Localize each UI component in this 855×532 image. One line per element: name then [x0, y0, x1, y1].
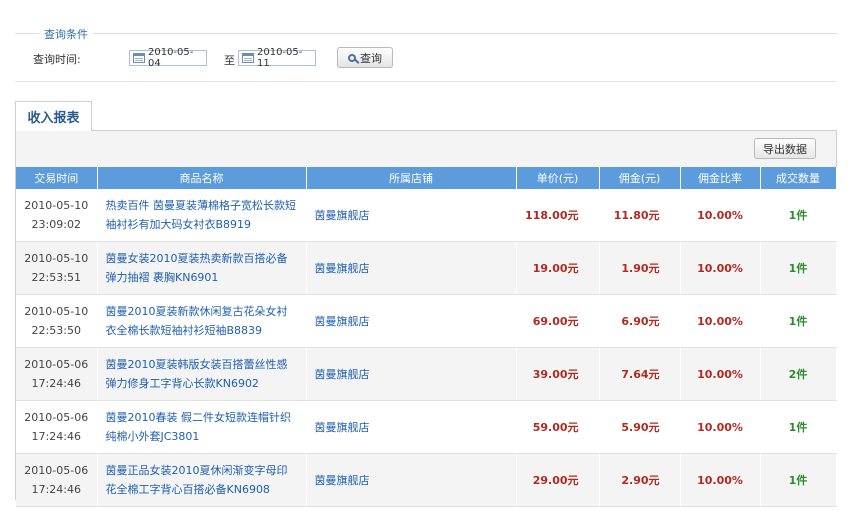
shop-link[interactable]: 茵曼旗舰店: [306, 400, 517, 454]
quantity: 1件: [760, 400, 837, 454]
trade-time-cell: 2010-05-10 22:53:51: [16, 241, 98, 295]
trade-time-cell: 2010-05-10 23:09:02: [16, 189, 98, 242]
calendar-icon: [242, 53, 254, 63]
header-commission-rate[interactable]: 佣金比率: [680, 167, 761, 189]
commission-rate: 10.00%: [680, 294, 761, 348]
trade-clock: 17:24:46: [31, 483, 81, 496]
shop-link[interactable]: 茵曼旗舰店: [306, 453, 517, 507]
start-date-field[interactable]: 2010-05-04: [129, 47, 207, 69]
search-button[interactable]: 查询: [337, 47, 393, 68]
trade-time-cell: 2010-05-06 17:24:46: [16, 400, 98, 454]
table-row: 2010-05-06 17:24:46 茵曼2010春装 假二件女短款连帽针织纯棉…: [16, 400, 837, 454]
trade-date: 2010-05-06: [24, 464, 89, 477]
unit-price: 118.00元: [516, 189, 600, 242]
product-name-link[interactable]: 茵曼2010夏装韩版女装百搭蕾丝性感弹力修身工字背心长款KN6902: [97, 347, 307, 401]
header-shop[interactable]: 所属店铺: [306, 167, 517, 189]
start-date-value: 2010-05-04: [147, 47, 194, 69]
commission: 5.90元: [599, 400, 681, 454]
income-report-panel: 导出数据 交易时间 商品名称 所属店铺 单价(元) 佣金(元) 佣金比率 成交数…: [15, 130, 837, 507]
product-name-link[interactable]: 茵曼2010春装 假二件女短款连帽针织纯棉小外套JC3801: [97, 400, 307, 454]
trade-clock: 22:53:51: [31, 271, 81, 284]
income-table: 交易时间 商品名称 所属店铺 单价(元) 佣金(元) 佣金比率 成交数量 201…: [16, 167, 837, 507]
table-header-row: 交易时间 商品名称 所属店铺 单价(元) 佣金(元) 佣金比率 成交数量: [16, 167, 837, 189]
export-data-button[interactable]: 导出数据: [754, 138, 816, 159]
trade-clock: 23:09:02: [31, 218, 81, 231]
calendar-icon: [133, 53, 145, 63]
shop-link[interactable]: 茵曼旗舰店: [306, 189, 517, 242]
trade-date: 2010-05-10: [24, 305, 89, 318]
quantity: 1件: [760, 189, 837, 242]
unit-price: 59.00元: [516, 400, 600, 454]
header-quantity[interactable]: 成交数量: [760, 167, 837, 189]
product-name-link[interactable]: 茵曼女装2010夏装热卖新款百搭必备弹力抽褶 裹胸KN6901: [97, 241, 307, 295]
header-trade-time[interactable]: 交易时间: [16, 167, 98, 189]
trade-date: 2010-05-06: [24, 411, 89, 424]
header-product-name[interactable]: 商品名称: [97, 167, 307, 189]
trade-time-cell: 2010-05-10 22:53:50: [16, 294, 98, 348]
commission-rate: 10.00%: [680, 453, 761, 507]
table-row: 2010-05-06 17:24:46 茵曼2010夏装韩版女装百搭蕾丝性感弹力修…: [16, 347, 837, 401]
trade-clock: 17:24:46: [31, 377, 81, 390]
commission-rate: 10.00%: [680, 241, 761, 295]
commission-rate: 10.00%: [680, 189, 761, 242]
product-name-link[interactable]: 茵曼2010夏装新款休闲复古花朵女衬衣全棉长款短袖衬衫短袖B8839: [97, 294, 307, 348]
header-unit-price[interactable]: 单价(元): [516, 167, 600, 189]
quantity: 1件: [760, 453, 837, 507]
unit-price: 19.00元: [516, 241, 600, 295]
commission: 2.90元: [599, 453, 681, 507]
header-commission[interactable]: 佣金(元): [599, 167, 681, 189]
trade-clock: 17:24:46: [31, 430, 81, 443]
unit-price: 29.00元: [516, 453, 600, 507]
end-date-field[interactable]: 2010-05-11: [238, 47, 316, 69]
tab-income-report[interactable]: 收入报表: [15, 101, 92, 131]
commission: 6.90元: [599, 294, 681, 348]
trade-date: 2010-05-06: [24, 358, 89, 371]
commission-rate: 10.00%: [680, 347, 761, 401]
commission: 1.90元: [599, 241, 681, 295]
trade-clock: 22:53:50: [31, 324, 81, 337]
shop-link[interactable]: 茵曼旗舰店: [306, 294, 517, 348]
to-label: 至: [224, 54, 235, 67]
commission-rate: 10.00%: [680, 400, 761, 454]
table-row: 2010-05-10 22:53:51 茵曼女装2010夏装热卖新款百搭必备弹力抽…: [16, 241, 837, 295]
trade-time-cell: 2010-05-06 17:24:46: [16, 453, 98, 507]
quantity: 1件: [760, 294, 837, 348]
query-legend: 查询条件: [39, 26, 93, 42]
shop-link[interactable]: 茵曼旗舰店: [306, 347, 517, 401]
table-row: 2010-05-10 23:09:02 热卖百件 茵曼夏装薄棉格子宽松长款短袖衬衫…: [16, 189, 837, 242]
unit-price: 69.00元: [516, 294, 600, 348]
table-row: 2010-05-10 22:53:50 茵曼2010夏装新款休闲复古花朵女衬衣全棉…: [16, 294, 837, 348]
search-button-label: 查询: [360, 51, 382, 65]
query-time-label: 查询时间:: [33, 53, 81, 66]
table-row: 2010-05-06 17:24:46 茵曼正品女装2010夏休闲渐变字母印花全棉…: [16, 453, 837, 507]
unit-price: 39.00元: [516, 347, 600, 401]
trade-time-cell: 2010-05-06 17:24:46: [16, 347, 98, 401]
product-name-link[interactable]: 茵曼正品女装2010夏休闲渐变字母印花全棉工字背心百搭必备KN6908: [97, 453, 307, 507]
quantity: 1件: [760, 241, 837, 295]
shop-link[interactable]: 茵曼旗舰店: [306, 241, 517, 295]
commission: 7.64元: [599, 347, 681, 401]
trade-date: 2010-05-10: [24, 252, 89, 265]
search-icon: [348, 53, 356, 62]
query-conditions: 查询条件 查询时间: 2010-05-04 至 2010-05-11 查询: [15, 26, 837, 82]
end-date-value: 2010-05-11: [256, 47, 303, 69]
quantity: 2件: [760, 347, 837, 401]
trade-date: 2010-05-10: [24, 199, 89, 212]
toolbar: 导出数据: [16, 131, 836, 168]
commission: 11.80元: [599, 189, 681, 242]
product-name-link[interactable]: 热卖百件 茵曼夏装薄棉格子宽松长款短袖衬衫有加大码女衬衣B8919: [97, 189, 307, 242]
